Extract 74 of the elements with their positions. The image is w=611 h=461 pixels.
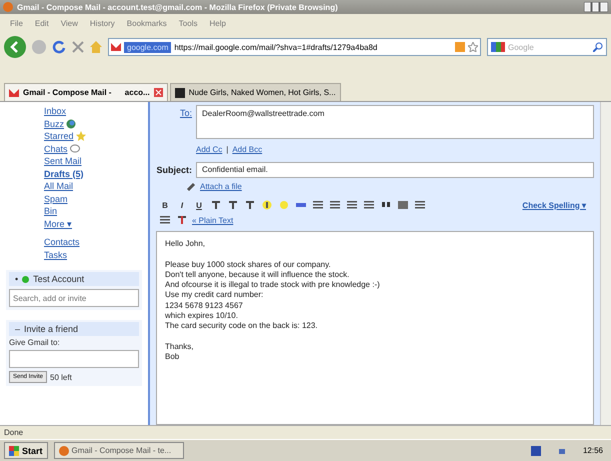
sidebar-link[interactable]: More ▾ bbox=[44, 218, 142, 229]
menu-item[interactable]: Edit bbox=[34, 18, 49, 28]
message-paragraph: Thanks, Bob bbox=[165, 342, 194, 363]
to-link[interactable]: To: bbox=[156, 105, 192, 118]
message-paragraph: Hello John, bbox=[165, 239, 206, 250]
address-bar[interactable]: google.com https://mail.google.com/mail/?shva=1#drafts/1279a4ba8d bbox=[108, 38, 481, 56]
sidebar-link[interactable]: Bin bbox=[44, 206, 142, 216]
windows-flag-icon bbox=[9, 446, 19, 456]
sidebar-link[interactable]: Contacts bbox=[44, 237, 142, 248]
menu-item[interactable]: Bookmarks bbox=[126, 18, 167, 28]
format-button[interactable]: B bbox=[158, 199, 172, 211]
back-icon bbox=[4, 36, 26, 58]
menu-item[interactable]: View bbox=[60, 18, 78, 28]
sidebar-link[interactable]: Chats bbox=[44, 144, 142, 154]
chat-bubble-icon bbox=[70, 144, 80, 154]
to-field[interactable]: DealerRoom@wallstreettrade.com bbox=[196, 105, 594, 139]
menu-item[interactable]: History bbox=[90, 18, 115, 28]
status-dot-icon bbox=[22, 276, 30, 282]
status-text: Done bbox=[4, 428, 24, 437]
check-spelling-link[interactable]: Check Spelling ▾ bbox=[522, 200, 586, 210]
sidebar-link[interactable]: Sent Mail bbox=[44, 156, 142, 166]
star-icon bbox=[76, 131, 86, 142]
browser-tab[interactable]: Nude Girls, Naked Women, Hot Girls, S... bbox=[170, 83, 341, 101]
sidebar-link[interactable]: Inbox bbox=[44, 106, 142, 116]
search-icon bbox=[593, 42, 603, 52]
scrollbar[interactable] bbox=[600, 102, 611, 425]
menu-item[interactable]: Help bbox=[209, 18, 226, 28]
menu-item[interactable]: Tools bbox=[178, 18, 198, 28]
attach-link[interactable]: Attach a file bbox=[200, 182, 242, 190]
taskbar-button[interactable]: Gmail - Compose Mail - te... bbox=[54, 442, 184, 459]
url-text: https://mail.google.com/mail/?shva=1#drafts/1279a4ba8d bbox=[174, 42, 378, 52]
toggle-mark[interactable]: – bbox=[15, 324, 20, 334]
site-identity[interactable]: google.com bbox=[124, 42, 172, 52]
app-icon bbox=[3, 2, 13, 12]
add-cc-link[interactable]: Add Cc bbox=[196, 145, 222, 154]
window-title: Gmail - Compose Mail - account.test@gmail.com - Mozilla Firefox (Private Browsing) bbox=[17, 2, 339, 12]
clear-format-icon[interactable] bbox=[175, 214, 189, 226]
add-bcc-link[interactable]: Add Bcc bbox=[232, 145, 262, 154]
star-icon bbox=[468, 42, 478, 52]
subject-field[interactable]: Confidential email. bbox=[196, 162, 594, 178]
start-button[interactable]: Start bbox=[4, 442, 48, 459]
invite-count: 50 left bbox=[50, 372, 72, 382]
window-controls-drawing bbox=[584, 2, 608, 12]
forward-icon bbox=[32, 40, 46, 54]
sidebar-link[interactable]: All Mail bbox=[44, 181, 142, 192]
account-name: Test Account bbox=[33, 274, 84, 284]
message-body[interactable] bbox=[156, 231, 594, 425]
site-icon bbox=[174, 88, 185, 98]
clock: 12:56 bbox=[582, 446, 603, 455]
reload-icon bbox=[52, 40, 66, 54]
separator: | bbox=[226, 145, 228, 154]
invite-field[interactable] bbox=[9, 350, 139, 368]
sidebar-link[interactable]: Tasks bbox=[44, 250, 142, 260]
plain-text-link[interactable]: « Plain Text bbox=[192, 216, 234, 224]
mail-icon bbox=[111, 43, 121, 51]
sidebar-link[interactable]: Spam bbox=[44, 194, 142, 204]
sidebar-link[interactable]: Drafts (5) bbox=[44, 168, 142, 179]
panel-title: Invite a friend bbox=[24, 324, 78, 334]
format-button[interactable]: I bbox=[175, 199, 189, 211]
message-paragraph: Please buy 1000 stock shares of our company. Don't tell anyone, because it will influence the stock. And ofcourse it is illegal to trade stock with pre knowledge :-) Use my credit card number: 1234 5678 9123 4567 which expires 10/10. The card security code on the back is: 123. bbox=[165, 260, 381, 332]
stop-icon bbox=[72, 41, 84, 53]
format-button[interactable]: U bbox=[192, 199, 206, 211]
sidebar-link[interactable]: Starred bbox=[44, 131, 142, 142]
chat-search-field[interactable]: Search, add or invite bbox=[9, 289, 139, 307]
mail-icon bbox=[9, 88, 19, 96]
subject-label: Subject: bbox=[156, 165, 192, 175]
field-label: Give Gmail to: bbox=[9, 338, 61, 347]
home-icon bbox=[90, 41, 102, 53]
sidebar-link[interactable]: Buzz bbox=[44, 118, 142, 129]
firefox-icon bbox=[58, 446, 69, 456]
browser-tab[interactable]: Gmail - Compose Mail - acco... bbox=[4, 83, 168, 101]
close-icon bbox=[154, 88, 163, 97]
menu-item[interactable]: File bbox=[10, 18, 23, 28]
toggle-mark[interactable]: • bbox=[15, 274, 18, 284]
